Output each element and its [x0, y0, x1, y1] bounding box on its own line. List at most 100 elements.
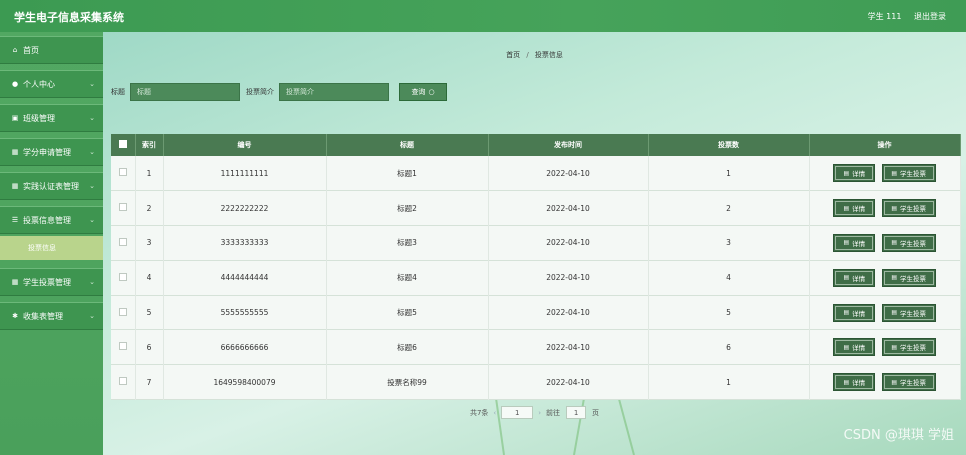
sidebar: ⌂ 首页 ● 个人中心 ⌄ ▣ 班级管理 ⌄ ▦ 学分申请管理 ⌄ ▦ 实践认证… [0, 32, 103, 455]
table-row: 5 5555555555 标题5 2022-04-10 5 ▤ 详情 ▤ 学生投票 [111, 295, 961, 330]
search-bar: 标题 标题 投票简介 投票简介 查询 ○ [111, 83, 447, 101]
row-checkbox[interactable] [118, 203, 127, 212]
sidebar-item[interactable]: ▦ 实践认证表管理 ⌄ [0, 172, 103, 200]
select-all-checkbox[interactable] [118, 140, 127, 148]
collection-icon: ✱ [12, 312, 18, 320]
detail-button[interactable]: ▤ 详情 [833, 164, 876, 183]
doc-icon: ▤ [843, 169, 850, 177]
row-actions: ▤ 详情 ▤ 学生投票 [809, 329, 961, 365]
pagination: 共7条 ‹ 1 › 前往 1 页 [103, 406, 966, 419]
row-votes: 6 [648, 329, 810, 365]
grid-icon: ▦ [11, 148, 19, 156]
row-code: 6666666666 [163, 329, 327, 365]
doc-icon: ▤ [891, 343, 898, 351]
chevron-down-icon: ⌄ [89, 216, 95, 224]
doc-icon: ▤ [843, 309, 850, 317]
sidebar-item[interactable]: ⌂ 首页 [0, 36, 103, 64]
row-index: 1 [135, 156, 164, 191]
sidebar-item[interactable]: ✱ 收集表管理 ⌄ [0, 302, 103, 330]
row-date: 2022-04-10 [488, 156, 649, 191]
detail-label: 详情 [852, 309, 866, 318]
total-count: 共7条 [469, 408, 489, 417]
home-icon: ⌂ [12, 46, 18, 54]
list-icon: ☰ [11, 216, 19, 224]
grid-icon: ▦ [11, 278, 19, 286]
user-area: 学生 111 退出登录 [858, 11, 946, 22]
vote-label: 学生投票 [900, 239, 927, 248]
col-index: 索引 [135, 134, 164, 156]
sidebar-item-label: 班级管理 [23, 113, 55, 123]
detail-button[interactable]: ▤ 详情 [833, 373, 876, 392]
detail-button[interactable]: ▤ 详情 [833, 338, 876, 357]
current-page[interactable]: 1 [501, 406, 534, 419]
doc-icon: ▤ [891, 378, 898, 386]
detail-label: 详情 [852, 274, 866, 283]
vote-label: 学生投票 [900, 379, 927, 388]
row-select-cell [111, 225, 136, 261]
logout-link[interactable]: 退出登录 [914, 12, 946, 21]
search-button[interactable]: 查询 ○ [399, 83, 447, 101]
sidebar-item[interactable]: ● 个人中心 ⌄ [0, 70, 103, 98]
sidebar-item[interactable]: ☰ 投票信息管理 ⌄ [0, 206, 103, 234]
row-select-cell [111, 260, 136, 296]
detail-button[interactable]: ▤ 详情 [833, 303, 876, 322]
sidebar-item[interactable]: ▦ 学生投票管理 ⌄ [0, 268, 103, 296]
sidebar-subitem-vote-info[interactable]: 投票信息 [0, 236, 103, 260]
table-header-row: 索引 编号 标题 发布时间 投票数 操作 [111, 134, 961, 156]
row-votes: 1 [648, 364, 810, 400]
student-vote-button[interactable]: ▤ 学生投票 [881, 268, 936, 287]
detail-label: 详情 [852, 239, 866, 248]
search-button-label: 查询 [411, 88, 426, 96]
table-row: 4 4444444444 标题4 2022-04-10 4 ▤ 详情 ▤ 学生投票 [111, 260, 961, 296]
row-checkbox[interactable] [118, 307, 127, 316]
row-title: 标题1 [326, 156, 489, 191]
sidebar-item[interactable]: ▦ 学分申请管理 ⌄ [0, 138, 103, 166]
goto-label: 前往 [546, 408, 561, 417]
row-checkbox[interactable] [118, 377, 127, 386]
chevron-down-icon: ⌄ [89, 148, 95, 156]
row-votes: 4 [648, 260, 810, 296]
student-vote-button[interactable]: ▤ 学生投票 [881, 338, 936, 357]
row-actions: ▤ 详情 ▤ 学生投票 [809, 225, 961, 261]
row-title: 标题2 [326, 190, 489, 226]
row-date: 2022-04-10 [488, 190, 649, 226]
row-select-cell [111, 156, 136, 191]
table-row: 6 6666666666 标题6 2022-04-10 6 ▤ 详情 ▤ 学生投票 [111, 329, 961, 365]
row-votes: 3 [648, 225, 810, 261]
row-date: 2022-04-10 [488, 295, 649, 330]
title-input[interactable]: 标题 [130, 83, 240, 101]
next-page-icon[interactable]: › [538, 409, 541, 417]
breadcrumb-home[interactable]: 首页 [506, 51, 520, 59]
detail-button[interactable]: ▤ 详情 [833, 268, 876, 287]
prev-page-icon[interactable]: ‹ [493, 409, 496, 417]
row-code: 4444444444 [163, 260, 327, 296]
doc-icon: ▤ [891, 239, 898, 247]
row-checkbox[interactable] [118, 237, 127, 246]
row-checkbox[interactable] [118, 272, 127, 281]
detail-label: 详情 [852, 205, 866, 214]
detail-button[interactable]: ▤ 详情 [833, 233, 876, 252]
intro-input[interactable]: 投票简介 [279, 83, 389, 101]
doc-icon: ▤ [891, 274, 898, 282]
search-icon: ○ [428, 88, 435, 96]
student-vote-button[interactable]: ▤ 学生投票 [881, 233, 936, 252]
breadcrumb: 首页 / 投票信息 [103, 50, 966, 60]
sidebar-item-label: 个人中心 [23, 79, 55, 89]
row-checkbox[interactable] [118, 342, 127, 351]
goto-page-input[interactable]: 1 [566, 406, 587, 419]
student-vote-button[interactable]: ▤ 学生投票 [881, 373, 936, 392]
student-vote-button[interactable]: ▤ 学生投票 [881, 164, 936, 183]
vote-table: 索引 编号 标题 发布时间 投票数 操作 1 1111111111 标题1 20… [111, 134, 961, 400]
student-vote-button[interactable]: ▤ 学生投票 [881, 199, 936, 218]
doc-icon: ▤ [891, 169, 898, 177]
detail-button[interactable]: ▤ 详情 [833, 199, 876, 218]
row-votes: 2 [648, 190, 810, 226]
student-vote-button[interactable]: ▤ 学生投票 [881, 303, 936, 322]
row-index: 3 [135, 225, 164, 261]
sidebar-item-label: 收集表管理 [23, 311, 63, 321]
sidebar-item[interactable]: ▣ 班级管理 ⌄ [0, 104, 103, 132]
main-content: 首页 / 投票信息 标题 标题 投票简介 投票简介 查询 ○ 索引 编号 标题 [103, 32, 966, 455]
row-actions: ▤ 详情 ▤ 学生投票 [809, 156, 961, 191]
row-code: 1111111111 [163, 156, 327, 191]
row-checkbox[interactable] [118, 168, 127, 177]
